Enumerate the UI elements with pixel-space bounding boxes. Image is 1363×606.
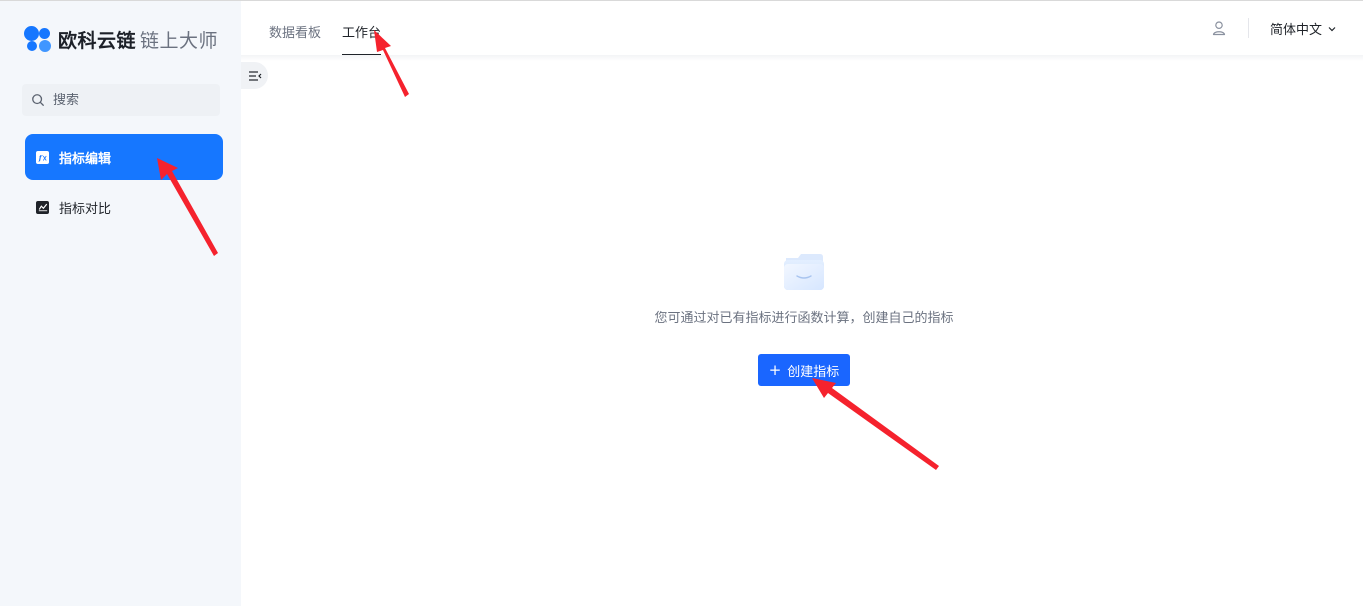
logo-mark-icon xyxy=(24,26,52,52)
language-selector[interactable]: 简体中文 xyxy=(1270,19,1337,38)
create-metric-label: 创建指标 xyxy=(787,364,840,380)
chart-icon xyxy=(36,200,49,214)
sidebar: 欧科云链 链上大师 f 指标编辑 指标对比 xyxy=(0,1,241,606)
logo[interactable]: 欧科云链 链上大师 xyxy=(24,25,218,53)
tab-workbench[interactable]: 工作台 xyxy=(342,22,382,55)
annotation-arrow-button xyxy=(812,378,939,470)
empty-state-message: 您可通过对已有指标进行函数计算，创建自己的指标 xyxy=(654,311,954,326)
menu-collapse-icon xyxy=(248,70,261,81)
top-header: 数据看板 工作台 简体中文 xyxy=(241,1,1363,55)
logo-brand-name: 欧科云链 xyxy=(58,29,137,52)
logo-product-name: 链上大师 xyxy=(140,29,219,52)
function-icon: f xyxy=(36,150,49,164)
plus-icon: + xyxy=(768,360,782,379)
sidebar-item-label: 指标编辑 xyxy=(59,151,112,167)
sidebar-item-label: 指标对比 xyxy=(59,201,112,217)
create-metric-button[interactable]: + 创建指标 xyxy=(758,354,850,386)
empty-folder-icon xyxy=(784,254,824,290)
sidebar-item-metric-edit[interactable]: f 指标编辑 xyxy=(25,134,223,180)
sidebar-item-metric-compare[interactable]: 指标对比 xyxy=(25,184,223,230)
sidebar-collapse-button[interactable] xyxy=(241,62,268,89)
search-icon xyxy=(32,94,44,106)
header-shadow xyxy=(241,55,1363,61)
tab-data-dashboard[interactable]: 数据看板 xyxy=(269,22,321,55)
user-icon[interactable] xyxy=(1211,20,1227,36)
search-input[interactable] xyxy=(53,92,203,108)
chevron-down-icon xyxy=(1328,26,1336,31)
sidebar-search[interactable] xyxy=(22,84,220,116)
header-divider xyxy=(1248,18,1249,38)
language-label: 简体中文 xyxy=(1269,23,1322,38)
svg-text:f: f xyxy=(38,154,43,162)
